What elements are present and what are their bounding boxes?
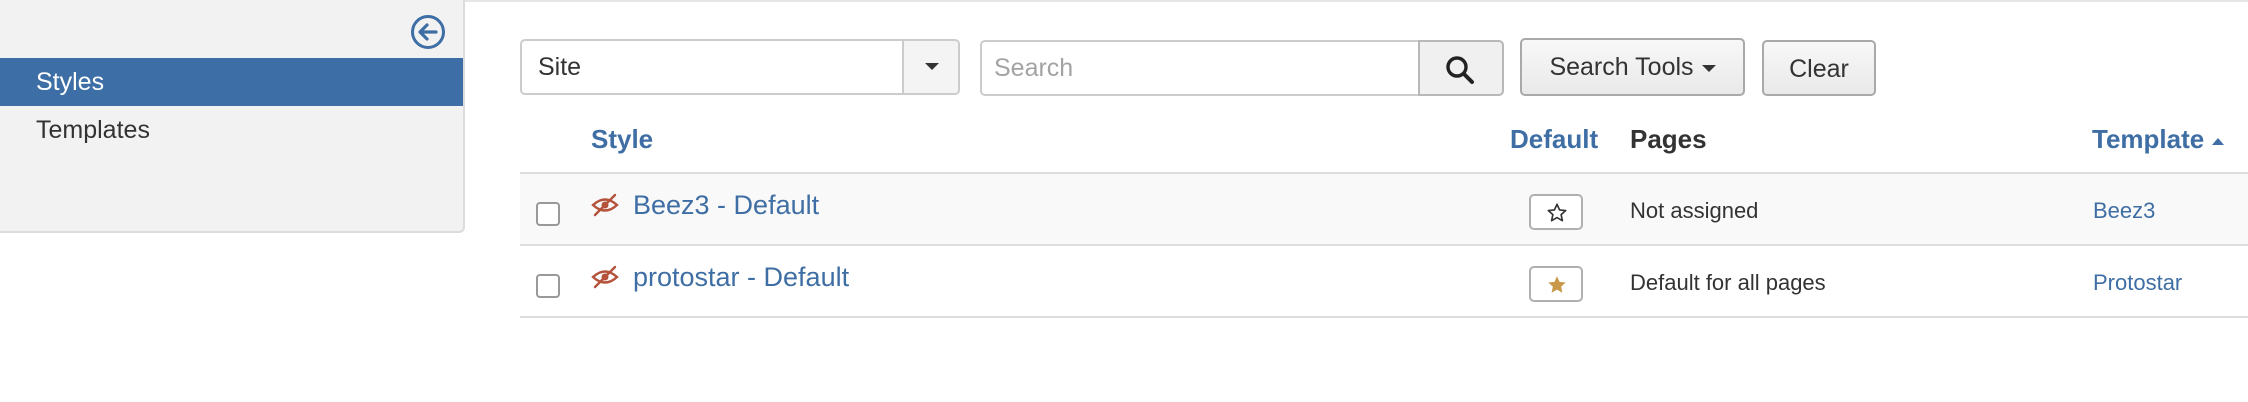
set-default-button[interactable] <box>1529 194 1583 230</box>
style-title-link[interactable]: Beez3 - Default <box>633 190 819 221</box>
column-header-pages: Pages <box>1630 124 1707 154</box>
search-tools-button[interactable]: Search Tools <box>1520 38 1745 96</box>
search-icon <box>1446 56 1474 84</box>
row-checkbox[interactable] <box>536 202 560 226</box>
client-select[interactable]: Site <box>520 39 960 95</box>
chevron-down-icon <box>925 63 939 70</box>
search-input[interactable] <box>980 40 1420 96</box>
pages-cell: Default for all pages <box>1630 270 1826 295</box>
client-select-value: Site <box>538 53 582 81</box>
search-button[interactable] <box>1418 40 1504 96</box>
search-tools-label: Search Tools <box>1549 53 1694 81</box>
table-row: protostar - Default Default for all page… <box>520 246 2248 318</box>
sidebar: Styles Templates <box>0 0 465 233</box>
default-star-button[interactable] <box>1529 266 1583 302</box>
star-outline-icon <box>1547 203 1567 222</box>
client-select-toggle[interactable] <box>902 41 958 93</box>
eye-slash-icon <box>590 262 620 292</box>
column-header-style[interactable]: Style <box>591 124 653 155</box>
column-header-template[interactable]: Template <box>2092 124 2225 155</box>
pages-cell: Not assigned <box>1630 198 1759 223</box>
template-link[interactable]: Beez3 <box>2093 198 2155 224</box>
sidebar-item-styles[interactable]: Styles <box>0 58 463 106</box>
column-header-template-label: Template <box>2092 124 2205 154</box>
star-filled-icon <box>1548 276 1566 293</box>
template-link[interactable]: Protostar <box>2093 270 2182 296</box>
sidebar-item-templates[interactable]: Templates <box>0 106 463 154</box>
column-header-default[interactable]: Default <box>1510 124 1598 155</box>
arrow-left-circle-icon[interactable] <box>410 14 446 50</box>
sort-ascending-icon <box>2212 137 2225 145</box>
clear-button[interactable]: Clear <box>1762 40 1876 96</box>
table-row: Beez3 - Default Not assigned Beez3 <box>520 174 2248 246</box>
row-checkbox[interactable] <box>536 274 560 298</box>
style-title-link[interactable]: protostar - Default <box>633 262 849 293</box>
eye-slash-icon <box>590 190 620 220</box>
caret-down-icon <box>1701 64 1716 72</box>
